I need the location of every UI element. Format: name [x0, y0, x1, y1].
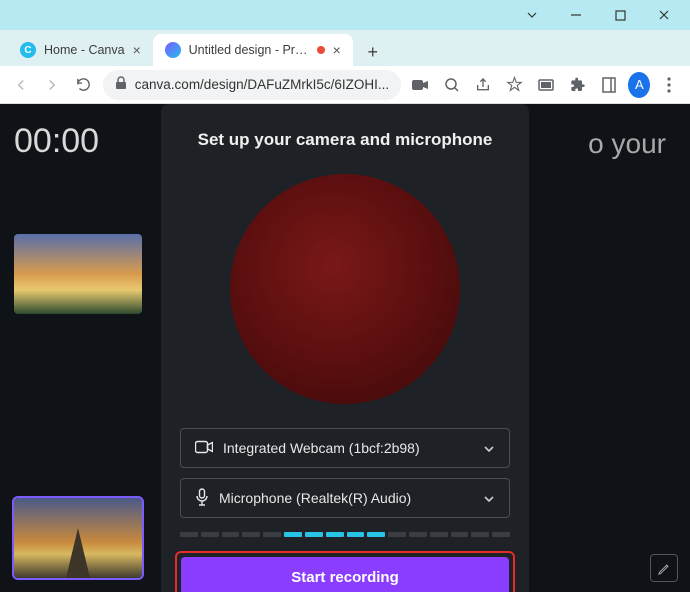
- chevron-down-icon: [483, 490, 495, 506]
- recording-indicator-icon: [317, 46, 325, 54]
- modal-title: Set up your camera and microphone: [198, 130, 493, 150]
- maximize-button[interactable]: [598, 1, 642, 29]
- install-app-icon[interactable]: [533, 70, 559, 100]
- design-favicon-icon: [165, 42, 181, 58]
- meter-segment: [201, 532, 219, 537]
- recording-timer: 00:00: [14, 122, 99, 161]
- start-recording-highlight: Start recording: [175, 551, 515, 592]
- url-text: canva.com/design/DAFuZMrkI5c/6IZOHI...: [135, 77, 389, 92]
- address-bar[interactable]: canva.com/design/DAFuZMrkI5c/6IZOHI...: [103, 70, 401, 100]
- meter-segment: [180, 532, 198, 537]
- meter-segment: [263, 532, 281, 537]
- new-tab-button[interactable]: +: [359, 38, 387, 66]
- browser-toolbar: canva.com/design/DAFuZMrkI5c/6IZOHI... A: [0, 66, 690, 104]
- zoom-icon[interactable]: [439, 70, 465, 100]
- tab-label: Home - Canva: [44, 43, 125, 57]
- reading-list-icon[interactable]: [597, 70, 623, 100]
- meter-segment: [222, 532, 240, 537]
- camera-preview: [230, 174, 460, 404]
- meter-segment: [242, 532, 260, 537]
- camera-select[interactable]: Integrated Webcam (1bcf:2b98): [180, 428, 510, 468]
- chevron-down-icon[interactable]: [510, 1, 554, 29]
- close-tab-icon[interactable]: ×: [333, 42, 341, 58]
- reload-button[interactable]: [71, 70, 97, 100]
- setup-camera-mic-modal: Set up your camera and microphone Integr…: [161, 104, 529, 592]
- profile-avatar[interactable]: A: [628, 72, 650, 98]
- meter-segment: [326, 532, 344, 537]
- background-slide-text: o your: [588, 128, 666, 160]
- microphone-select-label: Microphone (Realtek(R) Audio): [219, 490, 473, 506]
- bookmark-star-icon[interactable]: [502, 70, 528, 100]
- tab-home-canva[interactable]: C Home - Canva ×: [8, 34, 153, 66]
- meter-segment: [305, 532, 323, 537]
- minimize-button[interactable]: [554, 1, 598, 29]
- canva-recorder-app: 00:00 o your Set up your camera and micr…: [0, 104, 690, 592]
- start-recording-button[interactable]: Start recording: [181, 557, 509, 592]
- camera-icon: [195, 440, 213, 457]
- meter-segment: [388, 532, 406, 537]
- extensions-icon[interactable]: [565, 70, 591, 100]
- back-button[interactable]: [8, 70, 34, 100]
- close-window-button[interactable]: [642, 1, 686, 29]
- microphone-select[interactable]: Microphone (Realtek(R) Audio): [180, 478, 510, 518]
- meter-segment: [367, 532, 385, 537]
- audio-level-meter: [180, 532, 510, 537]
- share-icon[interactable]: [470, 70, 496, 100]
- tab-untitled-design[interactable]: Untitled design - Presen ×: [153, 34, 353, 66]
- close-tab-icon[interactable]: ×: [133, 42, 141, 58]
- thumbnail-graphic: [66, 528, 90, 578]
- camera-indicator-icon[interactable]: [407, 70, 433, 100]
- meter-segment: [471, 532, 489, 537]
- lock-icon: [115, 76, 127, 93]
- meter-segment: [492, 532, 510, 537]
- microphone-icon: [195, 488, 209, 509]
- forward-button[interactable]: [40, 70, 66, 100]
- meter-segment: [409, 532, 427, 537]
- window-titlebar: [0, 0, 690, 30]
- chevron-down-icon: [483, 440, 495, 456]
- slide-thumbnail-1[interactable]: [14, 234, 142, 314]
- canva-favicon-icon: C: [20, 42, 36, 58]
- meter-segment: [430, 532, 448, 537]
- edit-button[interactable]: [650, 554, 678, 582]
- tab-label: Untitled design - Presen: [189, 43, 309, 57]
- slide-thumbnail-2[interactable]: [14, 498, 142, 578]
- meter-segment: [284, 532, 302, 537]
- kebab-menu-icon[interactable]: [656, 70, 682, 100]
- meter-segment: [347, 532, 365, 537]
- browser-tabstrip: C Home - Canva × Untitled design - Prese…: [0, 30, 690, 66]
- profile-initial: A: [635, 77, 644, 92]
- meter-segment: [451, 532, 469, 537]
- camera-select-label: Integrated Webcam (1bcf:2b98): [223, 440, 473, 456]
